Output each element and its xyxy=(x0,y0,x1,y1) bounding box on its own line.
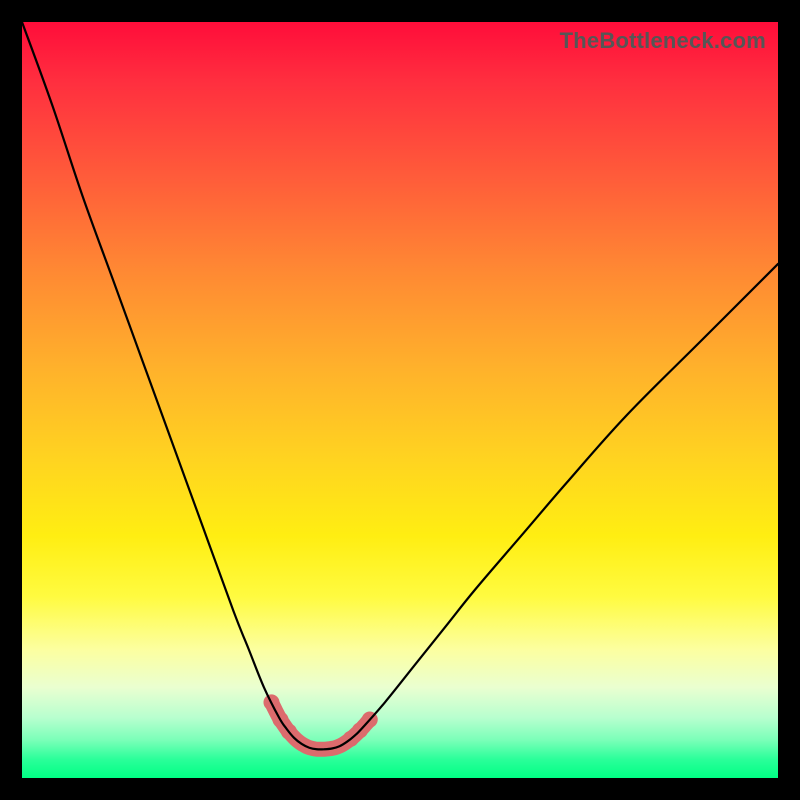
plot-area: TheBottleneck.com xyxy=(22,22,778,778)
watermark-text: TheBottleneck.com xyxy=(560,28,766,54)
curve-layer xyxy=(22,22,778,778)
bottleneck-curve xyxy=(22,22,778,749)
chart-frame: TheBottleneck.com xyxy=(0,0,800,800)
